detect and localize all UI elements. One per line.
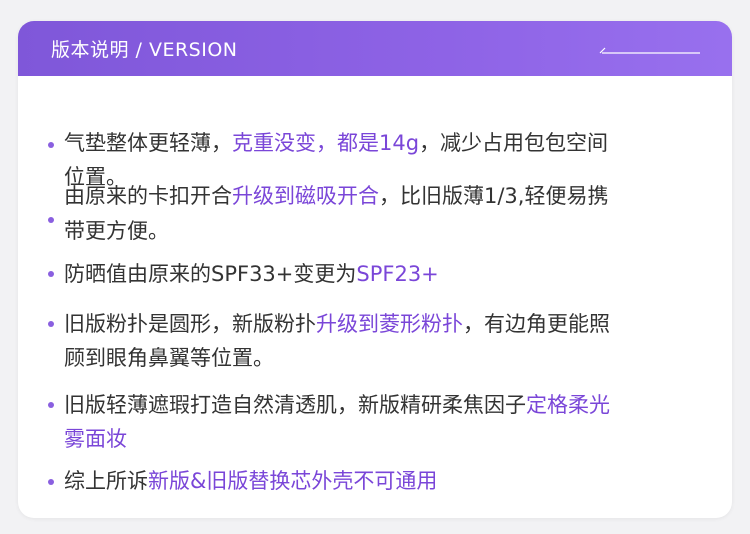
- version-card: 版本说明 / VERSION 气垫整体更轻薄，克重没变，都是14g，减少占用包包…: [18, 21, 732, 518]
- list-item-line: 雾面妆: [64, 427, 127, 451]
- list-item-line: 防晒值由原来的SPF33+变更为SPF23+: [64, 262, 439, 286]
- bullet-dot-icon: [48, 142, 54, 148]
- card-header: 版本说明 / VERSION: [18, 21, 732, 76]
- decorative-line-icon: [599, 47, 700, 54]
- bullet-dot-icon: [48, 271, 54, 277]
- list-item-line: 气垫整体更轻薄，克重没变，都是14g，减少占用包包空间: [64, 131, 609, 155]
- bullet-dot-icon: [48, 217, 54, 223]
- bullet-dot-icon: [48, 321, 54, 327]
- list-item-line: 由原来的卡扣开合升级到磁吸开合，比旧版薄1/3,轻便易携: [64, 184, 609, 208]
- list-item-line: 综上所诉新版&旧版替换芯外壳不可通用: [64, 469, 438, 493]
- bullet-dot-icon: [48, 402, 54, 408]
- list-item-line: 旧版轻薄遮瑕打造自然清透肌，新版精研柔焦因子定格柔光: [64, 393, 610, 417]
- list-item-line: 旧版粉扑是圆形，新版粉扑升级到菱形粉扑，有边角更能照: [64, 312, 610, 336]
- bullet-dot-icon: [48, 479, 54, 485]
- list-item-line: 顾到眼角鼻翼等位置。: [64, 346, 274, 370]
- list-item-line: 带更方便。: [64, 219, 169, 243]
- header-title: 版本说明 / VERSION: [51, 39, 238, 61]
